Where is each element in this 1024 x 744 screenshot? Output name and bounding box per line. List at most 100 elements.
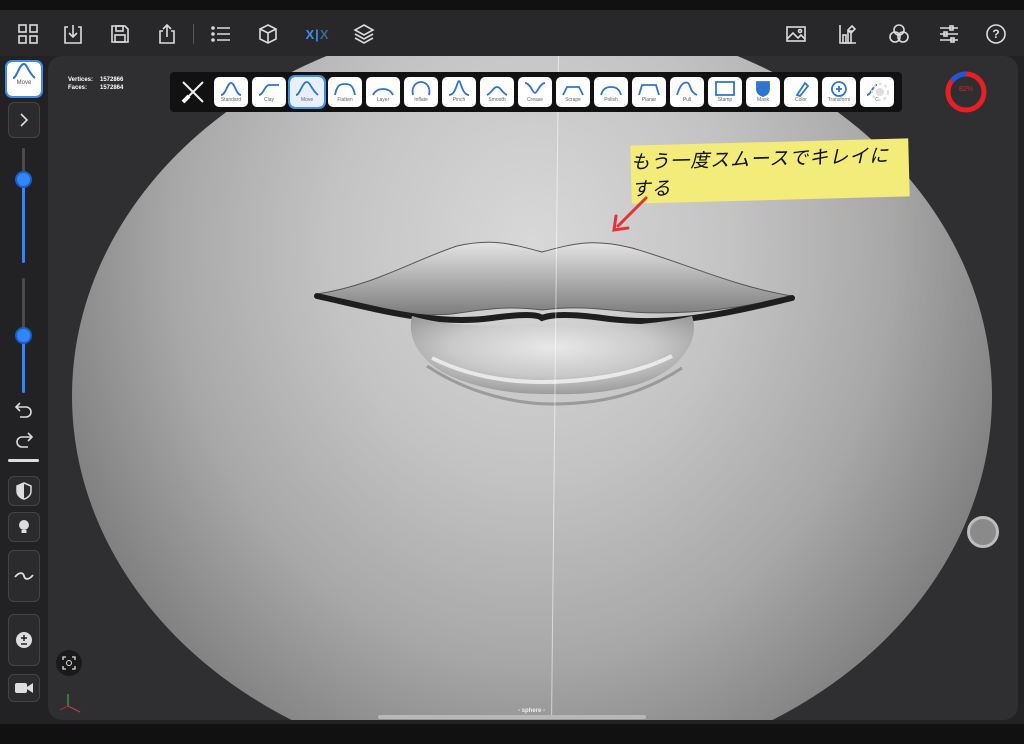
camera-button[interactable] [8,674,40,702]
current-tool-label: Move [16,80,32,86]
current-tool-tile[interactable]: Move [5,60,43,98]
sculpt-viewport[interactable]: Vertices: 1572866 Faces: 1572864 Standard C… [48,56,1018,720]
radius-slider-knob[interactable] [15,171,32,189]
brush-pinch[interactable]: Pinch [442,77,476,107]
symmetry-icon[interactable]: X | X [303,22,331,46]
radius-slider-fill [22,180,25,263]
brush-stamp[interactable]: Stamp [708,77,742,107]
mask-brush-icon [756,81,770,97]
pull-brush-icon [676,81,698,96]
brush-label: Mask [757,97,769,103]
grid-icon[interactable] [16,22,40,46]
brush-label: Polish [604,97,618,103]
move-brush-icon [295,81,319,96]
brush-label: Layer [376,97,390,103]
brush-toolbar: Standard Clay Move Flatten Layer Inflate Pinch… [170,72,902,112]
brush-clay[interactable]: Clay [252,77,286,107]
stamp-brush-icon [715,81,735,96]
brush-pull[interactable]: Pull [670,77,704,107]
stroke-button[interactable] [8,550,40,602]
settings-icon[interactable] [937,22,961,46]
color-brush-icon [795,81,810,97]
layer-brush-icon [372,88,394,96]
top-toolbar: X | X ? [0,0,1024,56]
video-camera-icon [15,683,33,693]
brush-standard[interactable]: Standard [214,77,248,107]
brush-label: Color [795,97,807,103]
shield-icon [16,482,32,500]
expand-button[interactable] [8,102,40,138]
invert-button[interactable] [8,614,40,666]
paint-icon[interactable] [835,22,859,46]
list-icon[interactable] [209,22,233,46]
clay-brush-icon [258,84,279,96]
cube-icon[interactable] [256,22,280,46]
brush-layer[interactable]: Layer [366,77,400,107]
mask-toggle-button[interactable] [8,476,40,506]
performance-value: 82% [958,86,973,93]
faces-label: Faces: [68,85,88,91]
material-icon[interactable] [887,22,911,46]
brush-inflate[interactable]: Inflate [404,77,438,107]
performance-gauge: 82% [944,70,988,114]
scrape-brush-icon [562,86,584,96]
axis-gizmo-icon [59,694,81,713]
lightbulb-icon [19,520,29,533]
plus-minus-icon [16,632,32,648]
intensity-slider-knob[interactable] [15,326,32,344]
crease-brush-icon [524,82,546,94]
brush-label: Pull [682,97,692,103]
vertices-label: Vertices: [68,77,94,83]
standard-brush-icon [220,82,242,96]
faces-value: 1572864 [100,85,124,91]
brush-list: Standard Clay Move Flatten Layer Inflate Pinch… [214,75,894,109]
intensity-slider-fill [22,335,25,393]
layers-icon[interactable] [352,22,376,46]
planar-brush-icon [638,84,660,96]
polish-brush-icon [600,86,622,96]
undo-icon[interactable] [12,400,36,420]
redo-icon[interactable] [12,430,36,450]
brush-label: Scrape [565,97,581,103]
brush-crease[interactable]: Crease [518,77,552,107]
image-icon[interactable] [784,22,808,46]
brush-scrape[interactable]: Scrape [556,77,590,107]
vertices-value: 1572866 [100,77,124,83]
pinch-brush-icon [448,80,470,96]
brush-transform[interactable]: Transform [822,77,856,107]
chevron-right-icon [20,113,29,127]
app-window: X | X ? Vertices: 1572866 Faces: 1572864… [0,0,1024,744]
save-icon[interactable] [108,22,132,46]
symmetry-label-left: X [305,26,315,42]
brush-color[interactable]: Color [784,77,818,107]
brush-settings-icon[interactable] [868,80,892,104]
snapshot-button[interactable] [56,650,82,676]
light-button[interactable] [8,512,40,542]
brush-label: Crease [526,97,544,103]
symmetry-label-right: X [319,26,329,42]
brush-polish[interactable]: Polish [594,77,628,107]
brush-label: Smooth [488,97,506,103]
focus-icon [62,656,76,670]
brush-planar[interactable]: Planar [632,77,666,107]
smooth-brush-icon [486,86,508,96]
brush-smooth[interactable]: Smooth [480,77,514,107]
brush-label: Inflate [414,97,428,103]
share-icon[interactable] [155,22,179,46]
annotation-text: もう一度スムースでキレイにする [630,144,890,201]
brush-label: Stamp [717,97,733,103]
brush-close-icon[interactable] [176,75,210,109]
help-label: ? [992,27,1000,41]
brush-mask[interactable]: Mask [746,77,780,107]
home-indicator [378,715,646,719]
help-icon[interactable]: ? [984,22,1008,46]
import-icon[interactable] [61,22,85,46]
move-brush-icon [12,62,36,79]
floating-action-button[interactable] [967,516,999,548]
brush-move[interactable]: Move [288,75,326,109]
left-toolbar [0,56,48,720]
brush-label: Planar [641,97,657,103]
wave-icon [14,572,34,580]
brush-flatten[interactable]: Flatten [328,77,362,107]
flatten-brush-icon [334,83,356,96]
